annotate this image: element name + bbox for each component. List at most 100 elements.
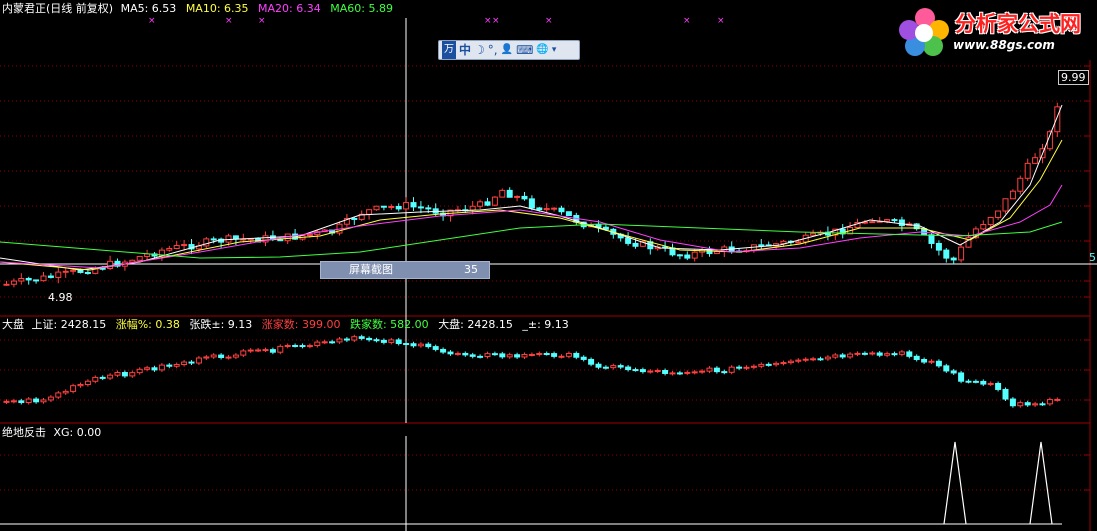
- index-candle-body: [765, 363, 772, 366]
- candle-body: [107, 260, 114, 269]
- candle-body: [40, 275, 47, 282]
- index-candle-body: [25, 398, 32, 404]
- candle-body: [1002, 198, 1009, 212]
- globe-icon[interactable]: 🌐: [536, 41, 548, 59]
- index-candle-body: [824, 356, 831, 360]
- index-candle-body: [832, 354, 839, 358]
- index-candle-body: [958, 372, 965, 382]
- signal-marker: ×: [492, 16, 500, 26]
- index-candle-body: [543, 353, 550, 356]
- index-candle-body: [972, 380, 979, 383]
- signal-marker: ×: [484, 16, 492, 26]
- index-candle-body: [706, 367, 713, 372]
- index-candle-body: [425, 343, 432, 348]
- index-name: 大盘: [2, 318, 24, 331]
- candle-body: [528, 198, 535, 209]
- candle-body: [536, 207, 543, 211]
- index-candle-body: [617, 365, 624, 368]
- index-candle-body: [47, 396, 54, 401]
- index-candle-body: [432, 346, 439, 350]
- index-candle-body: [388, 339, 395, 343]
- candle-body: [958, 246, 965, 261]
- candle-body: [632, 242, 639, 247]
- signal-marker: ×: [545, 16, 553, 26]
- index-candle-body: [1002, 388, 1009, 400]
- candle-body: [181, 244, 188, 247]
- index-candle-body: [158, 364, 165, 371]
- index-candle-body: [284, 344, 291, 347]
- candle-body: [484, 201, 491, 206]
- index-candle-body: [854, 352, 861, 355]
- index-candle-body: [277, 345, 284, 353]
- index-candle-body: [440, 348, 447, 353]
- ime-logo-icon[interactable]: 万: [442, 41, 456, 59]
- ime-toolbar[interactable]: 万 中 ☽ °, 👤 ⌨ 🌐 ▾: [438, 40, 580, 60]
- index-candle-body: [699, 370, 706, 373]
- candle-body: [987, 216, 994, 226]
- right-edge-price-label: 5: [1089, 251, 1096, 264]
- index-candle-body: [906, 351, 913, 357]
- index-candle-body: [780, 362, 787, 365]
- index-candle-body: [743, 366, 750, 369]
- index-candle-body: [499, 353, 506, 358]
- candle-body: [980, 224, 987, 230]
- index-candle-body: [839, 354, 846, 358]
- index-candle-body: [417, 343, 424, 347]
- index-candle-body: [684, 371, 691, 374]
- candle-body: [676, 254, 683, 257]
- candle-body: [203, 238, 210, 247]
- candle-body: [898, 219, 905, 227]
- index-candle-body: [773, 362, 780, 366]
- popup-value: 35: [464, 263, 478, 276]
- index-candle-body: [995, 382, 1002, 390]
- candle-body: [55, 271, 62, 278]
- index-candle-body: [218, 354, 225, 358]
- keyboard-icon[interactable]: ⌨: [516, 41, 533, 59]
- candle-body: [506, 189, 513, 198]
- candle-body: [425, 207, 432, 210]
- index-candle-body: [380, 339, 387, 343]
- signal-marker: ×: [148, 16, 156, 26]
- index-value: 上证: 2428.15: [31, 318, 107, 331]
- candle-body: [232, 235, 239, 240]
- pm-value: _±: 9.13: [522, 318, 569, 331]
- index-candle-body: [151, 367, 158, 371]
- index-candle-body: [1032, 403, 1039, 406]
- user-icon[interactable]: 👤: [501, 41, 513, 59]
- index-candle-body: [565, 352, 572, 357]
- chevron-down-icon[interactable]: ▾: [552, 41, 557, 59]
- candle-body: [306, 234, 313, 237]
- index-candle-body: [595, 363, 602, 368]
- index-candle-body: [602, 366, 609, 369]
- index-candle-body: [299, 345, 306, 348]
- index-candle-body: [92, 376, 99, 382]
- index-candle-body: [847, 353, 854, 358]
- candle-body: [514, 195, 521, 198]
- moon-icon[interactable]: ☽: [474, 41, 485, 59]
- index-candle-body: [521, 353, 528, 358]
- punctuation-icon[interactable]: °,: [488, 41, 498, 59]
- index-candle-body: [943, 365, 950, 372]
- chart-canvas[interactable]: × × × × × × × ×: [0, 0, 1097, 531]
- index-candle-body: [639, 369, 646, 373]
- index-candle-body: [950, 370, 957, 374]
- up-count: 涨家数: 399.00: [261, 318, 341, 331]
- index-candle-body: [269, 349, 276, 353]
- index-candle-body: [403, 343, 410, 346]
- index-candle-body: [18, 400, 25, 404]
- index-candle-body: [980, 380, 987, 385]
- candle-body: [25, 277, 32, 281]
- candle-body: [891, 219, 898, 222]
- index-candle-body: [366, 337, 373, 341]
- index-candle-body: [173, 364, 180, 367]
- candle-body: [691, 251, 698, 259]
- candle-body: [1054, 106, 1061, 133]
- candle-body: [403, 202, 410, 210]
- candle-body: [499, 189, 506, 198]
- candle-body: [129, 259, 136, 263]
- index-candle-body: [477, 355, 484, 358]
- index-candle-body: [55, 392, 62, 398]
- chinese-mode-icon[interactable]: 中: [459, 41, 471, 59]
- index-candle-body: [351, 336, 358, 341]
- candle-body: [684, 254, 691, 259]
